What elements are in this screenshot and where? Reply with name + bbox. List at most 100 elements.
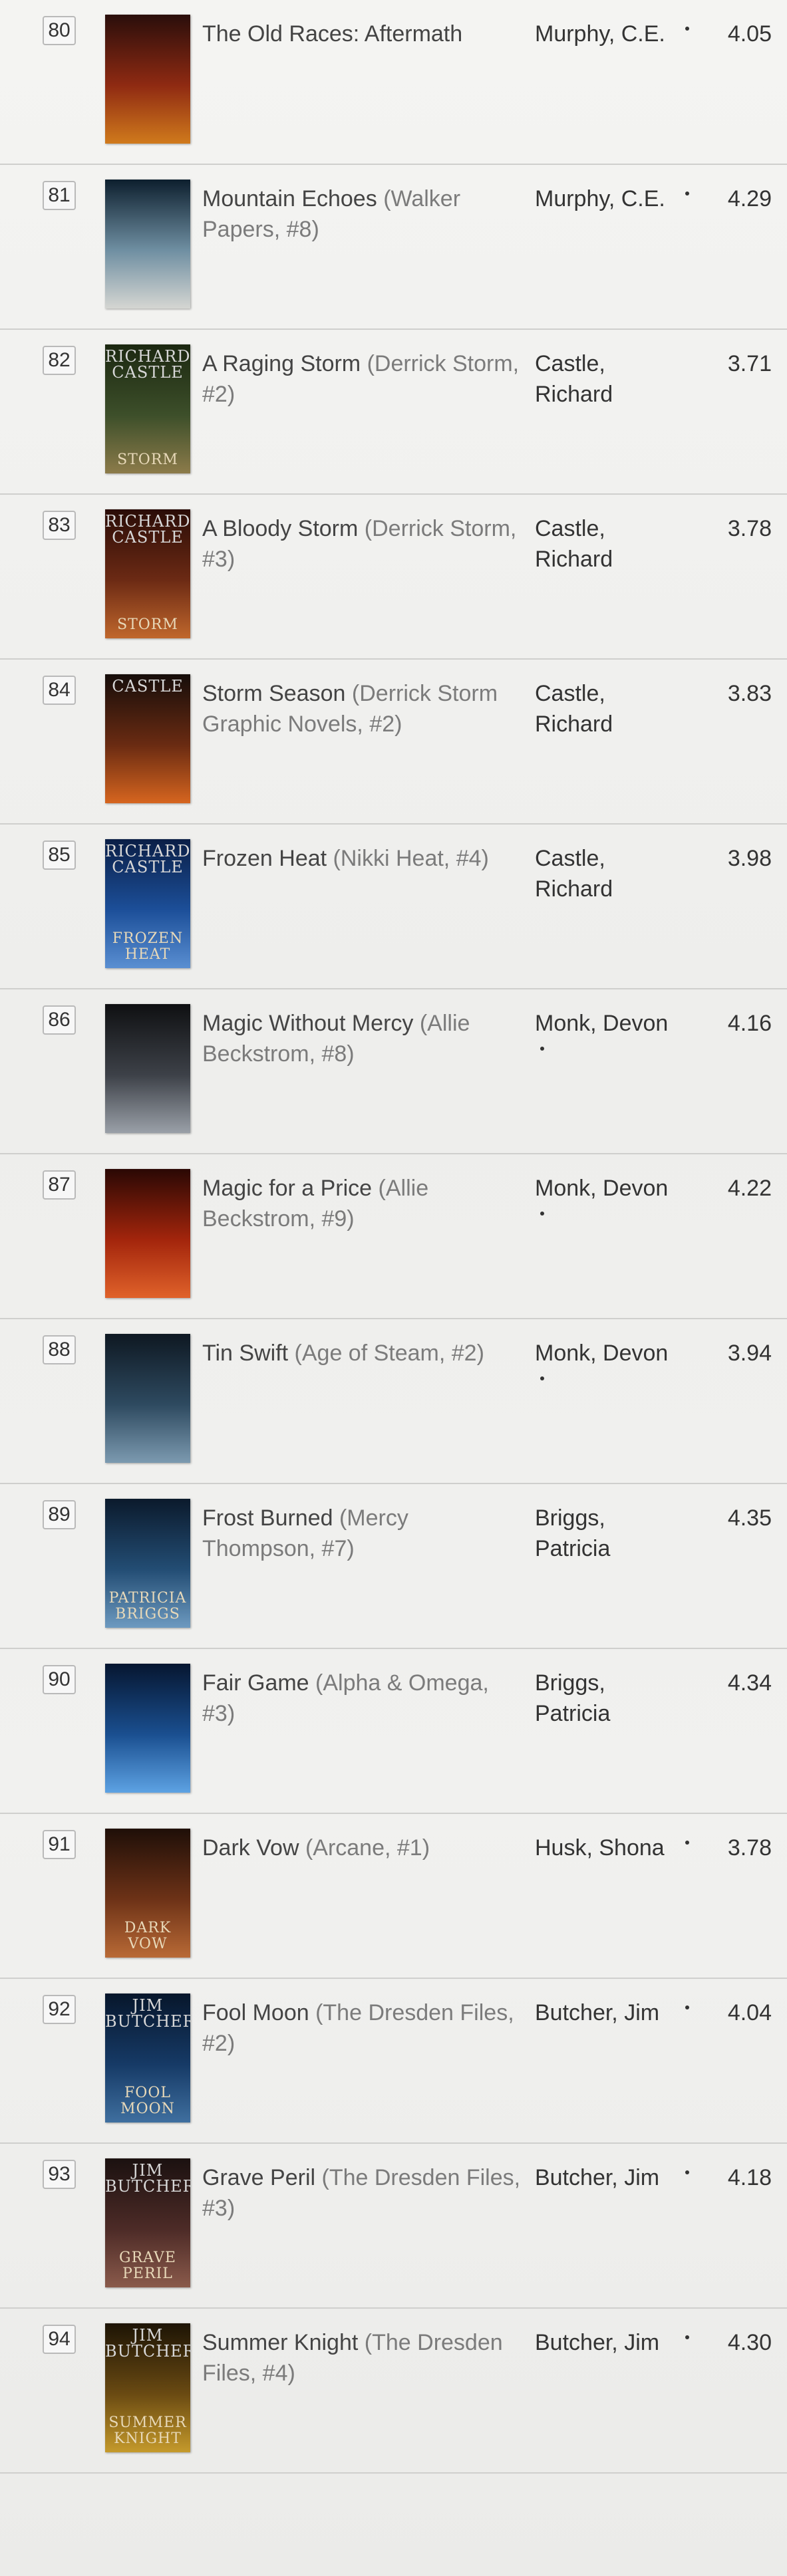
book-title[interactable]: Grave Peril (The Dresden Files, #3) (202, 2162, 522, 2224)
book-title[interactable]: Magic Without Mercy (Allie Beckstrom, #8… (202, 1008, 522, 1069)
book-title[interactable]: A Bloody Storm (Derrick Storm, #3) (202, 513, 522, 575)
book-cover[interactable] (105, 1169, 190, 1298)
title-main[interactable]: Storm Season (202, 681, 345, 706)
author-line[interactable]: Husk, Shona (535, 1833, 688, 1863)
cover-bottom-text: FOOL MOON (120, 2085, 175, 2117)
title-main[interactable]: Frozen Heat (202, 846, 327, 871)
author-line[interactable]: Briggs, (535, 1503, 688, 1533)
title-main[interactable]: Frost Burned (202, 1505, 333, 1531)
title-main[interactable]: The Old Races: Aftermath (202, 21, 462, 47)
author-line[interactable]: Murphy, C.E. (535, 19, 688, 49)
author-line[interactable]: Monk, Devon (535, 1173, 688, 1204)
book-cover[interactable]: DARK VOW (105, 1829, 190, 1958)
book-title[interactable]: Dark Vow (Arcane, #1) (202, 1833, 522, 1863)
title-main[interactable]: Fool Moon (202, 2000, 309, 2025)
author-line[interactable]: Castle, (535, 843, 688, 874)
book-cover[interactable] (105, 1664, 190, 1793)
title-main[interactable]: Magic for a Price (202, 1176, 372, 1201)
title-main[interactable]: A Raging Storm (202, 351, 361, 376)
title-main[interactable]: Magic Without Mercy (202, 1011, 413, 1036)
table-row: 89 PATRICIA BRIGGS Frost Burned (Mercy Tho… (0, 1484, 787, 1649)
book-cover[interactable] (105, 15, 190, 144)
author-name[interactable]: Husk, Shona (535, 1833, 688, 1863)
author-name[interactable]: Monk, Devon (535, 1008, 688, 1039)
author-line[interactable]: Butcher, Jim (535, 2327, 688, 2358)
average-rating: 3.94 (727, 1341, 772, 1366)
book-cover[interactable]: JIM BUTCHER SUMMER KNIGHT (105, 2323, 190, 2452)
author-name[interactable]: Castle, Richard (535, 513, 688, 575)
table-row: 84 CASTLE Storm Season (Derrick Storm Grap… (0, 660, 787, 825)
book-cover[interactable]: JIM BUTCHER FOOL MOON (105, 1994, 190, 2123)
average-rating: 4.05 (727, 21, 772, 47)
author-name[interactable]: Butcher, Jim (535, 2162, 688, 2193)
author-name[interactable]: Butcher, Jim (535, 2327, 688, 2358)
book-title[interactable]: Mountain Echoes (Walker Papers, #8) (202, 184, 522, 245)
author-line[interactable]: Murphy, C.E. (535, 184, 688, 214)
author-line[interactable]: Briggs, (535, 1668, 688, 1698)
book-title[interactable]: Fair Game (Alpha & Omega, #3) (202, 1668, 522, 1729)
book-cover[interactable] (105, 180, 190, 309)
rank-badge: 81 (43, 181, 76, 210)
author-name[interactable]: Briggs, Patricia (535, 1668, 688, 1729)
average-rating: 4.16 (727, 1011, 772, 1036)
title-main[interactable]: A Bloody Storm (202, 516, 358, 541)
author-line[interactable]: Richard (535, 379, 688, 410)
author-line[interactable]: Richard (535, 874, 688, 904)
cover-top-text: JIM BUTCHER (105, 1996, 190, 2031)
book-title[interactable]: Frost Burned (Mercy Thompson, #7) (202, 1503, 522, 1564)
author-line[interactable]: Richard (535, 544, 688, 575)
cover-top-text: CASTLE (112, 677, 184, 696)
cover-top-text: JIM BUTCHER (105, 2161, 190, 2196)
average-rating: 4.22 (727, 1176, 772, 1201)
book-title[interactable]: Magic for a Price (Allie Beckstrom, #9) (202, 1173, 522, 1234)
book-cover[interactable]: PATRICIA BRIGGS (105, 1499, 190, 1628)
author-name[interactable]: Butcher, Jim (535, 1997, 688, 2028)
author-line[interactable]: Butcher, Jim (535, 1997, 688, 2028)
author-name[interactable]: Monk, Devon (535, 1173, 688, 1204)
book-title[interactable]: Fool Moon (The Dresden Files, #2) (202, 1997, 522, 2059)
title-main[interactable]: Dark Vow (202, 1835, 299, 1861)
table-row: 82 RICHARD CASTLE STORM A Raging Storm (Der… (0, 330, 787, 495)
average-rating: 4.30 (727, 2330, 772, 2355)
author-indicator-dot (685, 1841, 689, 1845)
book-cover[interactable] (105, 1004, 190, 1133)
author-name[interactable]: Briggs, Patricia (535, 1503, 688, 1564)
author-line[interactable]: Butcher, Jim (535, 2162, 688, 2193)
author-line[interactable]: Monk, Devon (535, 1338, 688, 1368)
author-line[interactable]: Castle, (535, 513, 688, 544)
author-line[interactable]: Monk, Devon (535, 1008, 688, 1039)
rank-badge: 89 (43, 1500, 76, 1529)
title-main[interactable]: Summer Knight (202, 2330, 358, 2355)
author-name[interactable]: Castle, Richard (535, 348, 688, 410)
book-cover[interactable]: RICHARD CASTLE FROZEN HEAT (105, 839, 190, 968)
average-rating: 4.34 (727, 1670, 772, 1696)
author-line[interactable]: Patricia (535, 1533, 688, 1564)
book-title[interactable]: Tin Swift (Age of Steam, #2) (202, 1338, 522, 1368)
book-title[interactable]: Storm Season (Derrick Storm Graphic Nove… (202, 678, 522, 739)
author-line[interactable]: Patricia (535, 1698, 688, 1729)
book-cover[interactable]: JIM BUTCHER GRAVE PERIL (105, 2158, 190, 2287)
book-cover[interactable]: RICHARD CASTLE STORM (105, 509, 190, 638)
title-main[interactable]: Mountain Echoes (202, 186, 377, 211)
book-cover[interactable]: CASTLE (105, 674, 190, 803)
title-main[interactable]: Tin Swift (202, 1341, 288, 1366)
author-line[interactable]: Castle, (535, 348, 688, 379)
book-title[interactable]: A Raging Storm (Derrick Storm, #2) (202, 348, 522, 410)
book-title[interactable]: The Old Races: Aftermath (202, 19, 522, 49)
book-cover[interactable]: RICHARD CASTLE STORM (105, 344, 190, 473)
title-main[interactable]: Grave Peril (202, 2165, 315, 2190)
cover-bottom-text: PATRICIA BRIGGS (108, 1590, 187, 1622)
rank-badge: 86 (43, 1005, 76, 1035)
author-name[interactable]: Murphy, C.E. (535, 184, 688, 214)
author-name[interactable]: Castle, Richard (535, 678, 688, 739)
author-line[interactable]: Richard (535, 709, 688, 739)
author-name[interactable]: Castle, Richard (535, 843, 688, 904)
author-line[interactable]: Castle, (535, 678, 688, 709)
book-title[interactable]: Summer Knight (The Dresden Files, #4) (202, 2327, 522, 2388)
rank-badge: 85 (43, 840, 76, 870)
book-title[interactable]: Frozen Heat (Nikki Heat, #4) (202, 843, 522, 874)
book-cover[interactable] (105, 1334, 190, 1463)
author-name[interactable]: Murphy, C.E. (535, 19, 688, 49)
author-name[interactable]: Monk, Devon (535, 1338, 688, 1368)
title-main[interactable]: Fair Game (202, 1670, 309, 1696)
